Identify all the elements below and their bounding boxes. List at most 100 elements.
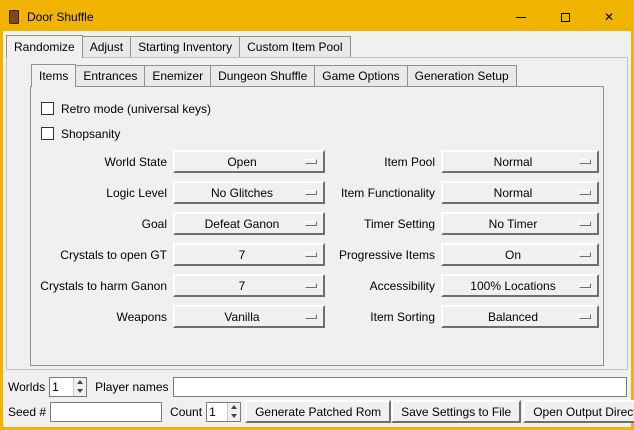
progressive-items-value: On: [449, 248, 577, 262]
door-shuffle-window: Door Shuffle ✕ Randomize Adjust Starting…: [0, 0, 634, 430]
window-title: Door Shuffle: [27, 10, 94, 24]
worlds-spinner[interactable]: [49, 377, 87, 397]
accessibility-dropdown[interactable]: 100% Locations: [441, 274, 599, 297]
shopsanity-checkbox[interactable]: [41, 127, 54, 140]
item-functionality-value: Normal: [449, 186, 577, 200]
dropdown-indicator-icon: [579, 159, 591, 164]
arrow-up-icon: [77, 380, 83, 384]
goal-dropdown[interactable]: Defeat Ganon: [173, 212, 325, 235]
player-names-input[interactable]: [173, 377, 628, 397]
item-functionality-label: Item Functionality: [331, 186, 435, 200]
crystals-gt-value: 7: [181, 248, 303, 262]
maximize-button[interactable]: [543, 3, 587, 31]
dropdown-indicator-icon: [305, 314, 317, 319]
progressive-items-label: Progressive Items: [331, 248, 435, 262]
tab-randomize[interactable]: Randomize: [6, 35, 83, 58]
shopsanity-row: Shopsanity: [39, 121, 595, 146]
retro-mode-checkbox[interactable]: [41, 102, 54, 115]
tab-custom-item-pool[interactable]: Custom Item Pool: [239, 36, 350, 57]
player-names-label: Player names: [95, 380, 168, 394]
tab-items[interactable]: Items: [31, 64, 76, 87]
logic-level-label: Logic Level: [39, 186, 167, 200]
timer-setting-label: Timer Setting: [331, 217, 435, 231]
tab-adjust[interactable]: Adjust: [82, 36, 131, 57]
arrow-down-icon: [77, 389, 83, 393]
retro-mode-label: Retro mode (universal keys): [61, 102, 211, 116]
item-pool-value: Normal: [449, 155, 577, 169]
inner-tab-bar: Items Entrances Enemizer Dungeon Shuffle…: [30, 63, 604, 86]
dropdown-indicator-icon: [579, 283, 591, 288]
outer-tab-bar: Randomize Adjust Starting Inventory Cust…: [3, 34, 631, 57]
worlds-spinner-up[interactable]: [74, 378, 86, 387]
titlebar: Door Shuffle ✕: [3, 3, 631, 31]
count-spinner-up[interactable]: [228, 403, 240, 412]
item-functionality-dropdown[interactable]: Normal: [441, 181, 599, 204]
minimize-icon: [516, 17, 526, 18]
tab-game-options[interactable]: Game Options: [314, 65, 407, 86]
tab-dungeon-shuffle[interactable]: Dungeon Shuffle: [210, 65, 315, 86]
close-icon: ✕: [604, 11, 614, 23]
generate-patched-rom-button[interactable]: Generate Patched Rom: [245, 400, 391, 423]
items-panel: Retro mode (universal keys) Shopsanity W…: [30, 86, 604, 366]
weapons-dropdown[interactable]: Vanilla: [173, 305, 325, 328]
open-output-directory-button[interactable]: Open Output Directory: [523, 400, 634, 423]
dropdown-indicator-icon: [305, 252, 317, 257]
tab-enemizer[interactable]: Enemizer: [144, 65, 211, 86]
save-settings-button[interactable]: Save Settings to File: [391, 400, 521, 423]
world-state-value: Open: [181, 155, 303, 169]
seed-label: Seed #: [8, 405, 46, 419]
count-spinner[interactable]: [206, 402, 241, 422]
worlds-input[interactable]: [50, 378, 73, 396]
item-sorting-label: Item Sorting: [331, 310, 435, 324]
bottom-controls: Worlds Player names Seed # Count: [3, 370, 631, 427]
crystals-ganon-label: Crystals to harm Ganon: [39, 279, 167, 293]
accessibility-label: Accessibility: [331, 279, 435, 293]
world-state-dropdown[interactable]: Open: [173, 150, 325, 173]
tab-generation-setup[interactable]: Generation Setup: [407, 65, 517, 86]
app-icon: [9, 10, 19, 24]
weapons-value: Vanilla: [181, 310, 303, 324]
count-input[interactable]: [207, 403, 227, 421]
logic-level-value: No Glitches: [181, 186, 303, 200]
weapons-label: Weapons: [39, 310, 167, 324]
options-grid: World State Open Item Pool Normal Logic …: [39, 150, 595, 328]
tab-entrances[interactable]: Entrances: [75, 65, 145, 86]
minimize-button[interactable]: [499, 3, 543, 31]
dropdown-indicator-icon: [579, 314, 591, 319]
seed-input[interactable]: [50, 402, 162, 422]
crystals-ganon-dropdown[interactable]: 7: [173, 274, 325, 297]
arrow-up-icon: [231, 405, 237, 409]
item-sorting-value: Balanced: [449, 310, 577, 324]
logic-level-dropdown[interactable]: No Glitches: [173, 181, 325, 204]
close-button[interactable]: ✕: [587, 3, 631, 31]
item-sorting-dropdown[interactable]: Balanced: [441, 305, 599, 328]
crystals-gt-dropdown[interactable]: 7: [173, 243, 325, 266]
goal-value: Defeat Ganon: [181, 217, 303, 231]
dropdown-indicator-icon: [579, 221, 591, 226]
dropdown-indicator-icon: [305, 283, 317, 288]
tab-starting-inventory[interactable]: Starting Inventory: [130, 36, 240, 57]
retro-mode-row: Retro mode (universal keys): [39, 96, 595, 121]
arrow-down-icon: [231, 414, 237, 418]
item-pool-label: Item Pool: [331, 155, 435, 169]
worlds-row: Worlds Player names: [8, 374, 628, 399]
item-pool-dropdown[interactable]: Normal: [441, 150, 599, 173]
dropdown-indicator-icon: [305, 190, 317, 195]
shopsanity-label: Shopsanity: [61, 127, 120, 141]
goal-label: Goal: [39, 217, 167, 231]
worlds-spinner-down[interactable]: [74, 387, 86, 396]
dropdown-indicator-icon: [579, 252, 591, 257]
timer-setting-value: No Timer: [449, 217, 577, 231]
count-spinner-down[interactable]: [228, 412, 240, 421]
accessibility-value: 100% Locations: [449, 279, 577, 293]
seed-row: Seed # Count Generate Patched Rom Save S…: [8, 399, 628, 424]
dropdown-indicator-icon: [579, 190, 591, 195]
world-state-label: World State: [39, 155, 167, 169]
dropdown-indicator-icon: [305, 221, 317, 226]
count-label: Count: [170, 405, 202, 419]
randomize-panel: Items Entrances Enemizer Dungeon Shuffle…: [6, 57, 628, 370]
dropdown-indicator-icon: [305, 159, 317, 164]
progressive-items-dropdown[interactable]: On: [441, 243, 599, 266]
maximize-icon: [561, 13, 570, 22]
timer-setting-dropdown[interactable]: No Timer: [441, 212, 599, 235]
